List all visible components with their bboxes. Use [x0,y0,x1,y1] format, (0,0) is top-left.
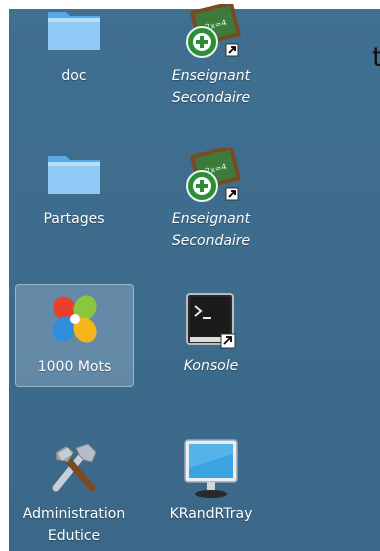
icon-label-administration-line1: Administration [22,506,126,522]
terminal-shortcut-icon [186,293,236,349]
icon-label-partages: Partages [43,211,105,227]
icon-label-enseignant-line2: Secondaire [171,233,251,249]
icon-label-konsole: Konsole [183,358,239,374]
desktop-icon-krandrtray[interactable]: KRandRTray [152,436,270,526]
icon-label-enseignant-line1: Enseignant [171,211,251,227]
icon-label-enseignant-line1: Enseignant [171,68,251,84]
desktop-icon-enseignant-secondaire[interactable]: 2x=4 Enseignant Secondaire [152,4,270,114]
icon-label-administration-line2: Edutice [47,528,101,544]
desktop-icon-doc[interactable]: doc [15,4,133,114]
icon-label-doc: doc [61,68,87,84]
monitor-icon [184,439,238,498]
icon-label-1000-mots: 1000 Mots [37,359,112,375]
desktop-icon-konsole[interactable]: Konsole [152,292,270,392]
flower-app-icon [51,295,97,343]
folder-icon [48,156,100,194]
desktop-icon-1000-mots[interactable]: 1000 Mots [15,284,134,387]
chalkboard-shortcut-icon: 2x=4 [186,148,241,202]
icon-label-enseignant-line2: Secondaire [171,90,251,106]
icon-label-krandrtray: KRandRTray [169,506,253,522]
chalkboard-shortcut-icon: 2x=4 [186,4,241,58]
desktop-icon-partages[interactable]: Partages [15,148,133,258]
clipped-window-text: t [372,42,380,73]
desktop-icon-administration-edutice[interactable]: Administration Edutice [15,440,133,550]
desktop-icon-enseignant-secondaire[interactable]: 2x=4 Enseignant Secondaire [152,148,270,258]
folder-icon [48,12,100,50]
tools-icon [52,443,97,492]
